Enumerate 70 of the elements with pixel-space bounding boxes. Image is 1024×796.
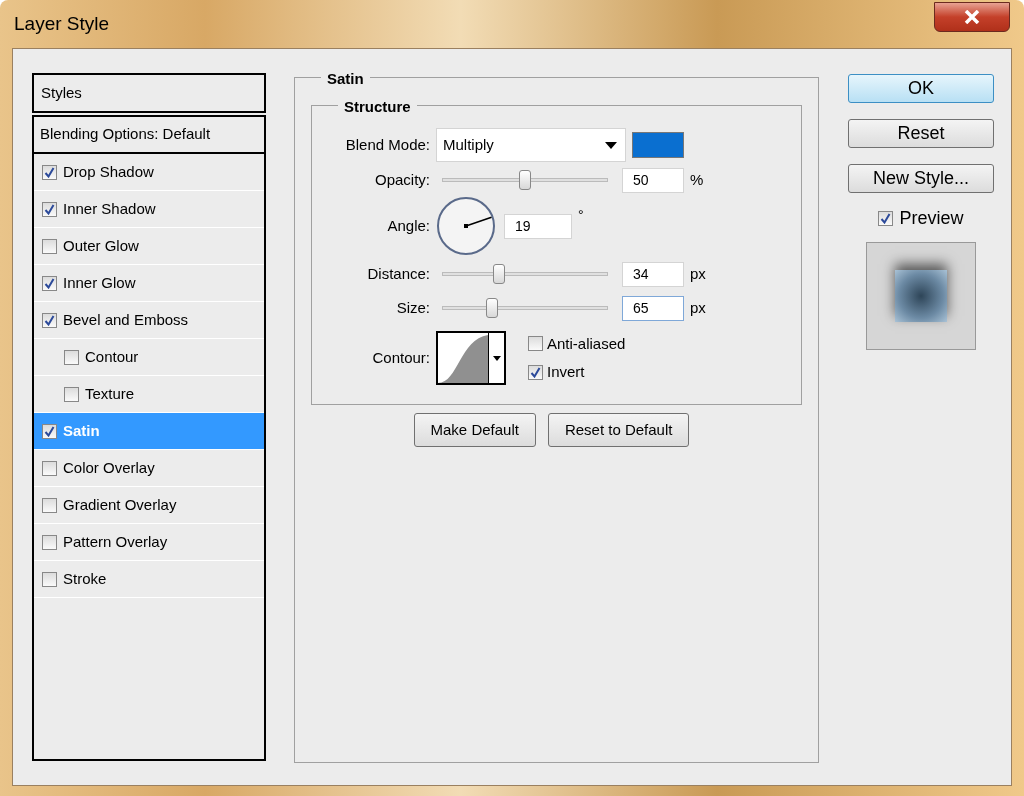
field-label: Contour: xyxy=(371,347,431,368)
close-button[interactable] xyxy=(934,2,1010,32)
field-label: Opacity: xyxy=(373,169,431,190)
style-item[interactable]: Drop Shadow xyxy=(34,154,264,191)
contour-picker[interactable] xyxy=(436,331,506,385)
preview-swatch xyxy=(895,270,947,322)
style-item[interactable]: Stroke xyxy=(34,561,264,598)
checkbox[interactable] xyxy=(64,349,79,365)
slider-thumb[interactable] xyxy=(492,264,505,284)
checkmark-icon xyxy=(44,166,55,178)
panel-button[interactable]: Reset to Default xyxy=(547,413,690,447)
window-title: Layer Style xyxy=(14,11,110,36)
field-label: Angle: xyxy=(386,215,431,236)
close-icon xyxy=(964,10,980,24)
slider-thumb[interactable] xyxy=(519,170,531,190)
checkbox-label: Preview xyxy=(899,207,964,230)
style-item[interactable]: Gradient Overlay xyxy=(34,487,264,524)
dialog-button[interactable]: New Style... xyxy=(848,164,994,193)
dialog-button[interactable]: OK xyxy=(848,74,994,103)
unit-label: % xyxy=(690,169,704,190)
blending-options-item[interactable]: Blending Options: Default xyxy=(34,117,264,154)
checkbox[interactable] xyxy=(42,571,57,587)
color-swatch[interactable] xyxy=(632,132,684,158)
slider-thumb[interactable] xyxy=(486,298,499,318)
checkbox[interactable] xyxy=(42,497,57,513)
checkmark-icon xyxy=(530,366,541,378)
value-input[interactable]: 65 xyxy=(622,295,684,321)
value-input[interactable]: 34 xyxy=(622,261,684,287)
checkbox-label: Anti-aliased xyxy=(547,333,626,354)
field-label: Blend Mode: xyxy=(344,134,431,155)
checkbox[interactable] xyxy=(528,336,543,352)
checkbox[interactable] xyxy=(42,238,57,254)
checkbox[interactable] xyxy=(42,201,57,217)
angle-input[interactable]: 19 xyxy=(504,213,572,239)
style-item[interactable]: Contour xyxy=(34,339,264,376)
checkmark-icon xyxy=(44,425,55,437)
checkmark-icon xyxy=(44,277,55,289)
checkmark-icon xyxy=(44,314,55,326)
checkbox[interactable] xyxy=(42,460,57,476)
style-item[interactable]: Outer Glow xyxy=(34,228,264,265)
angle-dial[interactable] xyxy=(436,196,496,256)
checkbox[interactable] xyxy=(42,164,57,180)
checkbox[interactable] xyxy=(42,275,57,291)
contour-curve-icon xyxy=(438,333,488,383)
panel-button[interactable]: Make Default xyxy=(413,413,536,447)
checkbox[interactable] xyxy=(528,364,543,380)
caret-icon xyxy=(605,141,617,149)
checkbox[interactable] xyxy=(42,534,57,550)
field-label: Distance: xyxy=(366,263,431,284)
checkmark-icon xyxy=(44,203,55,215)
checkbox[interactable] xyxy=(878,211,894,226)
styles-header[interactable]: Styles xyxy=(32,73,266,113)
value-input[interactable]: 50 xyxy=(622,167,684,193)
blend-mode-dropdown[interactable]: Multiply xyxy=(436,128,626,162)
unit-label: px xyxy=(690,297,706,318)
style-item[interactable]: Color Overlay xyxy=(34,450,264,487)
dialog-button[interactable]: Reset xyxy=(848,119,994,148)
checkbox[interactable] xyxy=(42,312,57,328)
field-label: Size: xyxy=(395,297,431,318)
style-item[interactable]: Pattern Overlay xyxy=(34,524,264,561)
checkbox[interactable] xyxy=(64,386,79,402)
checkbox-label: Invert xyxy=(547,362,585,382)
style-item[interactable]: Bevel and Emboss xyxy=(34,302,264,339)
style-item[interactable]: Inner Shadow xyxy=(34,191,264,228)
caret-icon xyxy=(492,355,501,361)
checkmark-icon xyxy=(880,213,892,224)
unit-label: ° xyxy=(578,206,584,225)
style-item[interactable]: Inner Glow xyxy=(34,265,264,302)
unit-label: px xyxy=(690,263,706,284)
checkbox[interactable] xyxy=(42,423,57,439)
